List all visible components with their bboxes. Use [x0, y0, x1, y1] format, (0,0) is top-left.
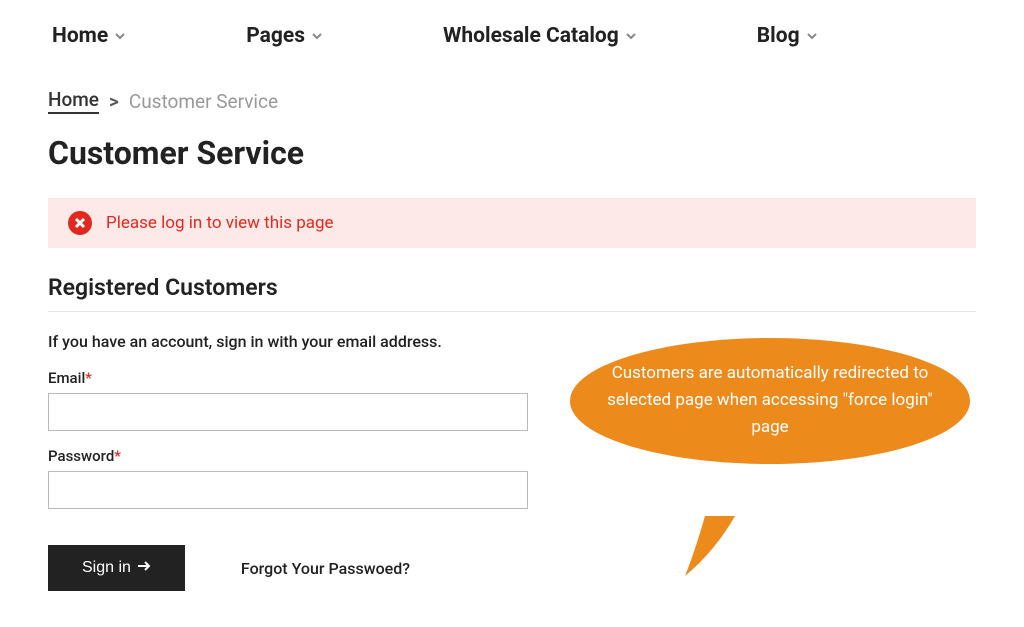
required-mark: * — [85, 369, 92, 387]
error-icon — [68, 211, 92, 235]
alert-message: Please log in to view this page — [106, 213, 334, 233]
nav-label: Blog — [757, 24, 800, 48]
chevron-down-icon — [806, 30, 818, 42]
nav-item-wholesale-catalog[interactable]: Wholesale Catalog — [443, 24, 637, 48]
chevron-down-icon — [114, 30, 126, 42]
page-title: Customer Service — [48, 134, 976, 172]
callout-text: Customers are automatically redirected t… — [607, 363, 933, 437]
nav-item-home[interactable]: Home — [52, 24, 126, 48]
callout-bubble: Customers are automatically redirected t… — [570, 338, 970, 464]
chevron-down-icon — [625, 30, 637, 42]
nav-item-pages[interactable]: Pages — [246, 24, 323, 48]
signin-button[interactable]: Sign in — [48, 545, 185, 591]
nav-label: Pages — [246, 24, 305, 48]
required-mark: * — [114, 447, 121, 465]
email-input[interactable] — [48, 393, 528, 431]
annotation-callout: Customers are automatically redirected t… — [570, 338, 970, 464]
forgot-password-link[interactable]: Forgot Your Passwoed? — [241, 559, 410, 578]
registered-customers-heading: Registered Customers — [48, 274, 976, 301]
breadcrumb-home-link[interactable]: Home — [48, 88, 99, 114]
form-actions: Sign in Forgot Your Passwoed? — [48, 545, 976, 591]
breadcrumb: Home > Customer Service — [48, 88, 976, 114]
password-input[interactable] — [48, 471, 528, 509]
signin-label: Sign in — [82, 559, 131, 577]
breadcrumb-separator: > — [109, 90, 119, 113]
section-divider — [48, 311, 976, 312]
email-label-text: Email — [48, 369, 85, 387]
password-label-text: Password — [48, 447, 114, 465]
chevron-down-icon — [311, 30, 323, 42]
nav-label: Wholesale Catalog — [443, 24, 619, 48]
nav-label: Home — [52, 24, 108, 48]
nav-item-blog[interactable]: Blog — [757, 24, 818, 48]
login-alert: Please log in to view this page — [48, 198, 976, 248]
arrow-right-icon — [137, 559, 151, 577]
main-nav: Home Pages Wholesale Catalog Blog — [48, 24, 976, 48]
breadcrumb-current: Customer Service — [129, 90, 278, 113]
